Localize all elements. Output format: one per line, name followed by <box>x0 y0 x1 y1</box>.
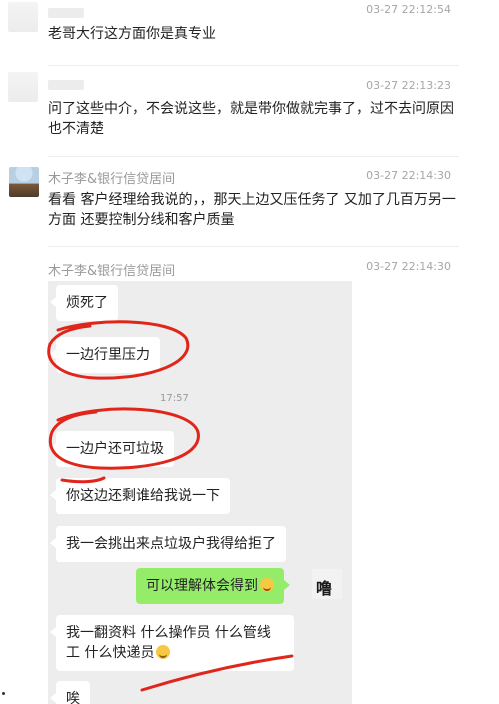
divider <box>48 156 459 157</box>
sender-name <box>48 80 84 90</box>
avatar[interactable] <box>9 167 39 197</box>
message-text: 问了这些中介，不会说这些，就是带你做就完事了，过不去问原因也不清楚 <box>48 101 454 137</box>
chat-bubble: 你这边还剩谁给我说一下 <box>50 478 230 514</box>
chat-bubble: 烦死了 <box>50 285 118 321</box>
avatar-text: 噜 <box>316 579 332 598</box>
chat-bubble-text: 可以理解体会得到 <box>146 578 258 594</box>
timestamp: 03-27 22:12:54 <box>366 3 451 16</box>
sender-name: 木子李&银行信贷居间 <box>48 264 176 279</box>
laughing-emoji-icon <box>260 578 274 592</box>
chat-time-label: 17:57 <box>160 393 189 404</box>
message-text: 看看 客户经理给我说的，，那天上边又压任务了 又加了几百万另一方面 还要控制分线… <box>48 192 456 228</box>
bullet-dot <box>2 692 5 695</box>
avatar[interactable] <box>8 2 38 32</box>
sender-name: 木子李&银行信贷居间 <box>48 172 176 187</box>
timestamp: 03-27 22:14:30 <box>366 169 451 182</box>
chat-bubble: 我一会挑出来点垃圾户我得给拒了 <box>50 526 286 562</box>
divider <box>48 246 459 247</box>
emoji-icon <box>156 645 171 659</box>
divider <box>48 65 459 66</box>
avatar[interactable] <box>8 72 38 102</box>
chat-bubble-self: 可以理解体会得到 <box>136 568 290 604</box>
timestamp: 03-27 22:14:30 <box>366 260 451 273</box>
chat-bubble: 一边行里压力 <box>50 337 160 373</box>
avatar: 噜 <box>312 569 342 599</box>
chat-bubble: 唉 <box>50 681 90 704</box>
sender-name <box>48 8 84 18</box>
message-text: 老哥大行这方面你是真专业 <box>48 26 216 42</box>
chat-bubble: 一边户还可垃圾 <box>50 431 174 467</box>
embedded-chat-screenshot[interactable]: 烦死了 一边行里压力 17:57 一边户还可垃圾 你这边还剩谁给我说一下 我一会… <box>48 281 352 704</box>
timestamp: 03-27 22:13:23 <box>366 79 451 92</box>
chat-bubble: 我一翻资料 什么操作员 什么管线工 什么快递员 <box>50 615 294 671</box>
